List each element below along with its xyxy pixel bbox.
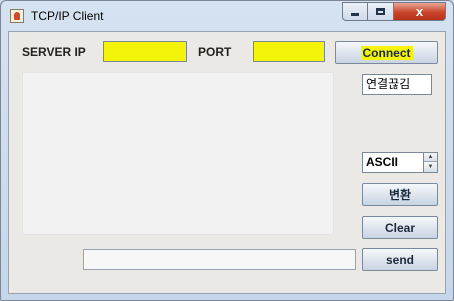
convert-button[interactable]: 변환 — [362, 183, 438, 206]
port-label: PORT — [198, 45, 232, 59]
spinner-down-icon[interactable]: ▼ — [423, 162, 437, 172]
minimize-icon — [351, 13, 359, 16]
connect-button-label: Connect — [360, 45, 413, 60]
encoding-spinner[interactable]: ASCII ▲ ▼ — [362, 152, 438, 173]
server-ip-input[interactable] — [103, 41, 187, 62]
spinner-up-icon[interactable]: ▲ — [423, 153, 437, 162]
encoding-value: ASCII — [366, 155, 399, 169]
app-window: TCP/IP Client x SERVER IP PORT Connect 연… — [0, 0, 454, 301]
connection-status-field: 연결끊김 — [362, 74, 432, 95]
maximize-icon — [376, 8, 385, 15]
send-button[interactable]: send — [362, 248, 438, 271]
server-ip-label: SERVER IP — [22, 45, 86, 59]
port-input[interactable] — [253, 41, 325, 62]
message-log-area[interactable] — [22, 72, 334, 235]
clear-button[interactable]: Clear — [362, 216, 438, 239]
send-message-input[interactable] — [83, 249, 356, 270]
close-icon: x — [415, 4, 424, 19]
window-title: TCP/IP Client — [31, 9, 104, 23]
maximize-button[interactable] — [368, 2, 394, 21]
content-panel: SERVER IP PORT Connect 연결끊김 ASCII ▲ ▼ 변환… — [8, 31, 446, 294]
close-button[interactable]: x — [394, 2, 446, 21]
window-controls: x — [342, 2, 446, 21]
connect-button[interactable]: Connect — [335, 41, 438, 64]
title-bar[interactable]: TCP/IP Client x — [1, 1, 453, 31]
java-app-icon — [10, 9, 24, 23]
minimize-button[interactable] — [342, 2, 368, 21]
